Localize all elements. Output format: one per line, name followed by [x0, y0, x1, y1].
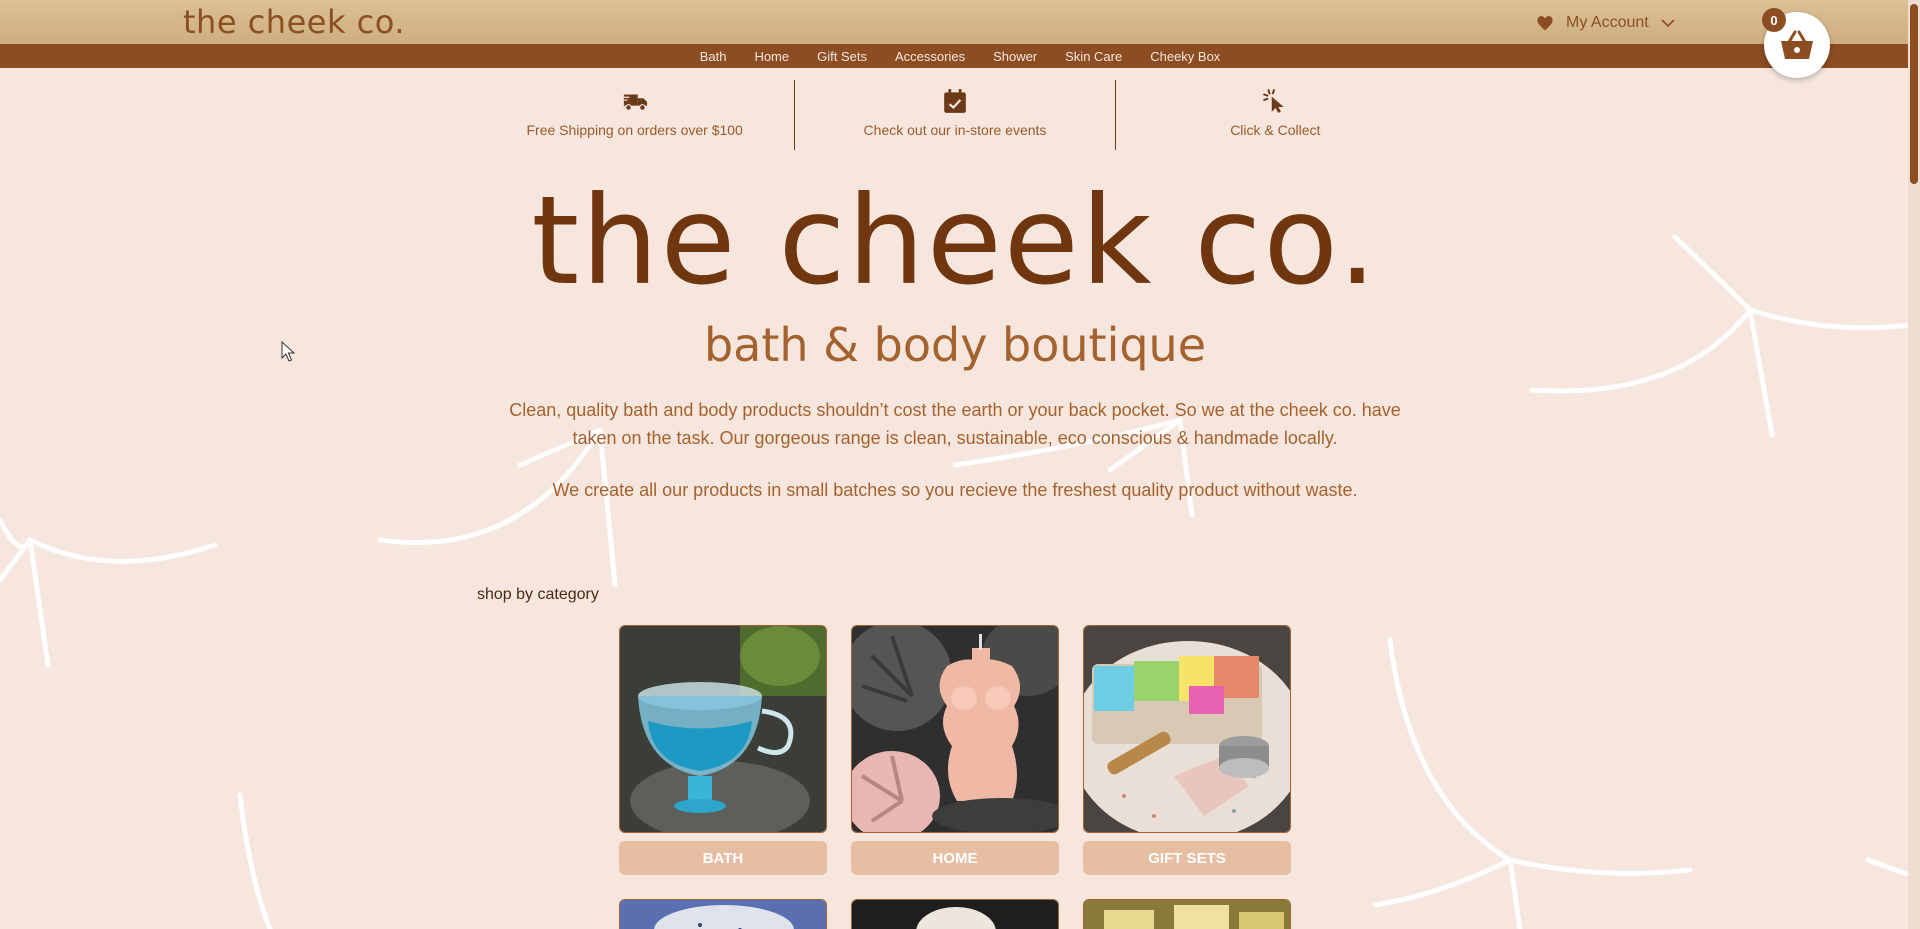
category-image-row2-2[interactable]: [851, 899, 1059, 929]
feature-events-text[interactable]: Check out our in-store events: [864, 122, 1047, 138]
mouse-cursor-icon: [281, 341, 295, 362]
calendar-check-icon: [944, 89, 966, 113]
partial-product-image: [852, 900, 1058, 929]
nav-item-gift-sets[interactable]: Gift Sets: [803, 49, 881, 64]
category-card-bath[interactable]: BATH: [619, 625, 827, 875]
account-menu[interactable]: My Account: [1536, 14, 1675, 32]
nav-item-bath[interactable]: Bath: [686, 49, 741, 64]
feature-shipping-text: Free Shipping on orders over $100: [526, 122, 743, 138]
feature-strip: Free Shipping on orders over $100 Check …: [475, 80, 1435, 150]
hero-paragraph-batches: We create all our products in small batc…: [552, 480, 1358, 500]
category-image-home[interactable]: [851, 625, 1059, 833]
nav-item-accessories[interactable]: Accessories: [881, 49, 979, 64]
top-bar: the cheek co. My Account: [0, 0, 1920, 44]
chevron-down-icon[interactable]: [1661, 18, 1675, 28]
feature-click-collect: Click & Collect: [1114, 80, 1435, 150]
scrollbar-thumb[interactable]: [1910, 4, 1918, 184]
bath-product-image: [620, 626, 826, 832]
nav-item-cheeky-box[interactable]: Cheeky Box: [1136, 49, 1234, 64]
gift-sets-product-image: [1084, 626, 1290, 832]
hero-paragraph-intro: Clean, quality bath and body products sh…: [509, 400, 1401, 448]
feature-shipping: Free Shipping on orders over $100: [475, 80, 794, 150]
basket-icon: [1781, 30, 1813, 59]
category-button-bath[interactable]: BATH: [619, 841, 827, 875]
my-account-label[interactable]: My Account: [1566, 14, 1649, 32]
nav-item-shower[interactable]: Shower: [979, 49, 1051, 64]
category-image-row2-3[interactable]: [1083, 899, 1291, 929]
category-image-gift-sets[interactable]: [1083, 625, 1291, 833]
heart-icon[interactable]: [1536, 15, 1554, 31]
main-nav: Bath Home Gift Sets Accessories Shower S…: [0, 44, 1920, 68]
shop-by-category-heading: shop by category: [477, 586, 599, 603]
page-scrollbar[interactable]: [1908, 0, 1920, 929]
truck-icon: [621, 94, 647, 111]
nav-item-home[interactable]: Home: [740, 49, 803, 64]
pointer-click-icon: [1263, 89, 1284, 113]
feature-events[interactable]: Check out our in-store events: [794, 80, 1114, 150]
partial-product-image: [1084, 900, 1290, 929]
nav-item-skin-care[interactable]: Skin Care: [1051, 49, 1136, 64]
home-product-image: [852, 626, 1058, 832]
category-button-home[interactable]: HOME: [851, 841, 1059, 875]
category-button-gift-sets[interactable]: GIFT SETS: [1083, 841, 1291, 875]
cart-count-badge: 0: [1762, 8, 1786, 32]
feature-click-collect-text: Click & Collect: [1230, 122, 1321, 138]
category-card-gift-sets[interactable]: GIFT SETS: [1083, 625, 1291, 875]
hero-title: the cheek co.: [531, 170, 1379, 312]
category-image-row2-1[interactable]: [619, 899, 827, 929]
partial-product-image: [620, 900, 826, 929]
category-image-bath[interactable]: [619, 625, 827, 833]
cart-button[interactable]: 0: [1762, 8, 1830, 78]
site-logo[interactable]: the cheek co.: [183, 3, 405, 41]
category-card-home[interactable]: HOME: [851, 625, 1059, 875]
